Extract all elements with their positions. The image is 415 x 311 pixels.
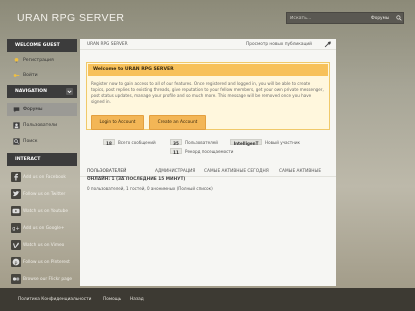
welcome-guest-heading: WELCOME GUEST (7, 39, 77, 52)
sidebar-item-label: Пользователи (23, 123, 58, 128)
footer-privacy-link[interactable]: Политика Конфиденциальности (18, 297, 91, 302)
site-footer: Политика Конфиденциальности Помощь Назад (0, 288, 415, 311)
search-scope-select[interactable]: Форумы (371, 16, 389, 21)
search-icon[interactable] (396, 15, 402, 21)
tab-users[interactable]: ПОЛЬЗОВАТЕЛЕЙ (87, 169, 127, 177)
lightbulb-icon (14, 57, 19, 63)
forum-stats: 18 Всего сообщений 35 Пользователей Inte… (80, 139, 336, 159)
collapse-chevron-icon[interactable] (66, 88, 73, 95)
social-link-pinterest[interactable]: p Follow us on Pinterest (7, 254, 77, 270)
facebook-icon (11, 172, 21, 182)
record-online-count: 11 (170, 148, 182, 155)
welcome-notice: Welcome to URAN RPG SERVER Register now … (86, 62, 330, 130)
total-posts-count: 18 (103, 139, 115, 146)
notice-text: Register now to gain access to all of ou… (91, 81, 324, 104)
user-icon (13, 122, 20, 129)
flickr-icon (11, 274, 21, 284)
sidebar-item-users[interactable]: Пользователи (7, 119, 77, 132)
create-account-button[interactable]: Create an Account (149, 115, 206, 130)
comment-icon (13, 107, 20, 113)
sidebar-item-label: Поиск (23, 139, 38, 144)
online-tabs: ПОЛЬЗОВАТЕЛЕЙ АДМИНИСТРАЦИЯ САМЫЕ АКТИВН… (80, 167, 336, 177)
vimeo-icon (11, 240, 21, 250)
total-posts-label: Всего сообщений (118, 140, 156, 145)
site-header: URAN RPG SERVER Форумы (0, 0, 415, 38)
tools-icon[interactable] (324, 41, 331, 48)
record-online-label: Рекорд посещаемости (185, 149, 234, 154)
social-link-google-plus[interactable]: g+ Add us on Google+ (7, 220, 77, 236)
footer-back-link[interactable]: Назад (130, 297, 144, 302)
sidebar-item-label: Форумы (23, 107, 43, 112)
youtube-icon (11, 206, 21, 216)
tab-most-active-today[interactable]: САМЫЕ АКТИВНЫЕ СЕГОДНЯ (204, 169, 269, 174)
sidebar-item-forums[interactable]: Форумы (7, 103, 77, 116)
social-link-facebook[interactable]: Add us on Facebook (7, 169, 77, 185)
sidebar: WELCOME GUEST Регистрация Войти NAVIGATI… (7, 39, 77, 286)
google-plus-icon: g+ (11, 223, 21, 233)
online-heading: ОНЛАЙН: 1 (ЗА ПОСЛЕДНИЕ 15 МИНУТ) (87, 177, 186, 182)
search-box: Форумы (286, 12, 404, 24)
breadcrumb-bar: URAN RPG SERVER Просмотр новых публикаци… (80, 39, 336, 50)
view-new-posts-link[interactable]: Просмотр новых публикаций (246, 42, 312, 47)
sidebar-item-register[interactable]: Регистрация (7, 54, 77, 67)
login-button[interactable]: Login to Account (91, 115, 144, 130)
online-list: 0 пользователей, 1 гостей, 0 анонимных (… (87, 186, 213, 191)
search-input[interactable] (290, 15, 350, 22)
tab-administration[interactable]: АДМИНИСТРАЦИЯ (155, 169, 195, 174)
footer-help-link[interactable]: Помощь (103, 297, 121, 302)
key-icon (13, 74, 20, 77)
sidebar-item-label: Регистрация (23, 58, 54, 63)
newest-member[interactable]: IntelligenT (230, 139, 262, 146)
social-link-vimeo[interactable]: Watch us on Vimeo (7, 237, 77, 253)
tab-most-active[interactable]: САМЫЕ АКТИВНЫЕ (279, 169, 321, 174)
social-link-flickr[interactable]: Browse our Flickr page (7, 271, 77, 287)
svg-text:g+: g+ (12, 226, 19, 232)
newest-member-label: Новый участник (265, 140, 300, 145)
twitter-icon (11, 189, 21, 199)
sidebar-item-login[interactable]: Войти (7, 69, 77, 82)
sidebar-item-label: Войти (23, 73, 38, 78)
svg-text:p: p (15, 261, 18, 266)
notice-title: Welcome to URAN RPG SERVER (88, 64, 328, 76)
pinterest-icon: p (11, 257, 21, 267)
interact-heading: INTERACT (7, 153, 77, 166)
main-content: URAN RPG SERVER Просмотр новых публикаци… (80, 39, 336, 286)
site-title[interactable]: URAN RPG SERVER (17, 12, 124, 24)
social-link-twitter[interactable]: Follow us on Twitter (7, 186, 77, 202)
search-icon (13, 138, 20, 145)
sidebar-item-search[interactable]: Поиск (7, 135, 77, 148)
users-label: Пользователей (185, 140, 218, 145)
navigation-heading: NAVIGATION (7, 85, 77, 98)
breadcrumb[interactable]: URAN RPG SERVER (87, 42, 128, 47)
users-count: 35 (170, 139, 182, 146)
social-link-youtube[interactable]: Watch us on Youtube (7, 203, 77, 219)
